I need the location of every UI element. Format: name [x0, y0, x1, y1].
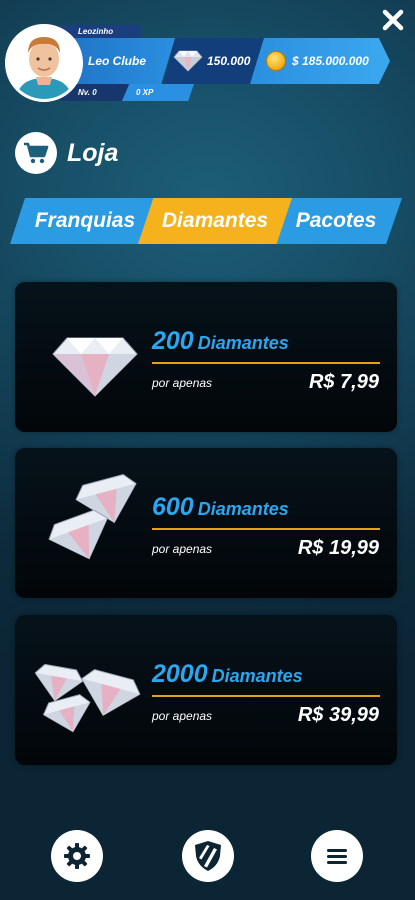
product-quantity: 600 Diamantes [152, 493, 289, 522]
close-icon [382, 9, 404, 31]
cart-badge [15, 132, 57, 174]
shop-tabs: Franquias Pacotes Diamantes [10, 198, 402, 244]
diamond-icon [173, 50, 203, 72]
diamonds-icon [34, 663, 141, 733]
product-price: R$ 39,99 [297, 704, 379, 726]
product-amount: 600 [152, 493, 194, 521]
divider [152, 528, 380, 530]
club-name: Leo Clube [88, 54, 147, 68]
product-card-2000[interactable]: 2000 Diamantes por apenas R$ 39,99 [15, 615, 397, 765]
product-quantity: 200 Diamantes [152, 327, 289, 356]
price-caption: por apenas [152, 542, 213, 556]
diamonds-icon [48, 473, 137, 560]
settings-button[interactable] [51, 830, 103, 882]
page-title: Loja [67, 138, 119, 167]
product-amount: 2000 [152, 660, 208, 688]
menu-button[interactable] [311, 830, 363, 882]
page-header: Loja [15, 132, 118, 174]
tab-pacotes[interactable]: Pacotes [270, 198, 402, 244]
product-card-200[interactable]: 200 Diamantes por apenas R$ 7,99 [15, 282, 397, 432]
cart-icon [24, 142, 49, 164]
gear-icon [64, 843, 90, 869]
product-unit: Diamantes [211, 666, 303, 686]
player-avatar-image [8, 27, 80, 99]
divider [152, 695, 380, 697]
tab-diamantes[interactable]: Diamantes [138, 198, 292, 244]
price-caption: por apenas [152, 709, 213, 723]
level-text: Nv. 0 [78, 88, 97, 97]
coin-icon [266, 51, 286, 71]
club-button[interactable] [182, 830, 234, 882]
product-price: R$ 7,99 [308, 371, 379, 393]
xp-text: 0 XP [136, 88, 154, 97]
money-amount: $ 185.000.000 [292, 54, 369, 68]
diamond-count: 150.000 [207, 54, 251, 68]
money-balance: $ 185.000.000 [250, 38, 390, 84]
menu-icon [327, 849, 347, 864]
product-amount: 200 [152, 327, 194, 355]
price-caption: por apenas [152, 376, 213, 390]
diamond-icon [52, 337, 138, 397]
divider [152, 362, 380, 364]
player-name: Leozinho [78, 27, 114, 36]
tab-franquias[interactable]: Franquias [10, 198, 160, 244]
product-price: R$ 19,99 [297, 537, 379, 559]
product-quantity: 2000 Diamantes [152, 660, 303, 689]
product-unit: Diamantes [197, 499, 289, 519]
product-unit: Diamantes [197, 333, 289, 353]
product-card-600[interactable]: 600 Diamantes por apenas R$ 19,99 [15, 448, 397, 598]
close-button[interactable] [381, 8, 405, 32]
diamond-balance: 150.000 [163, 38, 265, 84]
avatar[interactable] [5, 24, 83, 102]
shield-icon [195, 841, 221, 871]
xp-badge: 0 XP [122, 84, 194, 101]
